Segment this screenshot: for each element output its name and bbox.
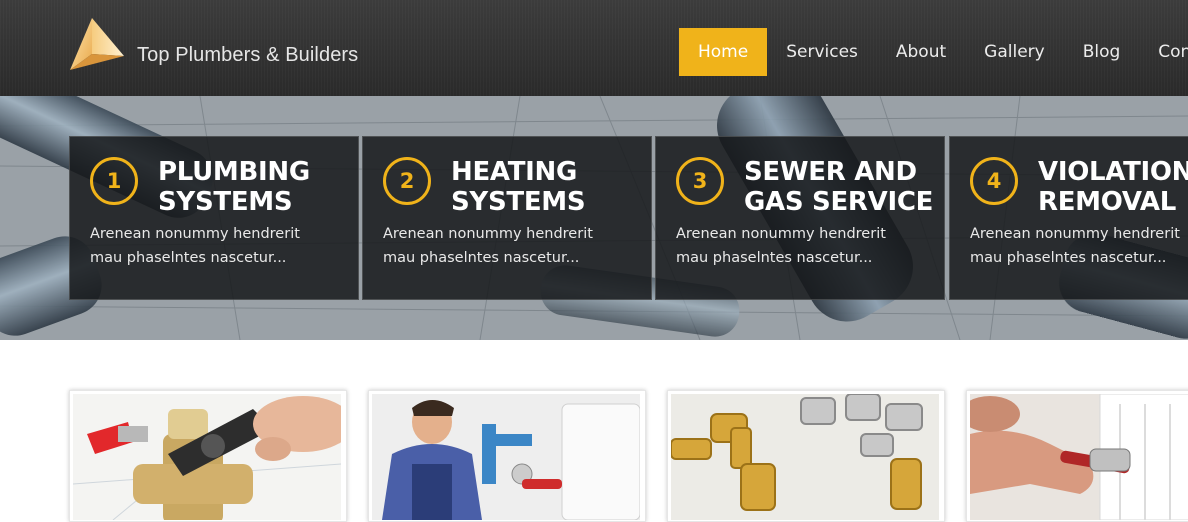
site-title[interactable]: Top Plumbers & Builders (137, 44, 358, 67)
feature-title[interactable]: VIOLATION REMOVAL (1038, 157, 1188, 217)
valve-wrench-photo (73, 394, 341, 520)
feature-card[interactable]: 3 SEWER AND GAS SERVICE Arenean nonummy … (655, 136, 945, 300)
feature-title[interactable]: HEATING SYSTEMS (451, 157, 661, 217)
feature-title[interactable]: PLUMBING SYSTEMS (158, 157, 368, 217)
gallery-thumb[interactable] (667, 390, 945, 522)
feature-card[interactable]: 1 PLUMBING SYSTEMS Arenean nonummy hendr… (69, 136, 359, 300)
pyramid-logo-icon[interactable] (68, 16, 126, 72)
plumber-worker-photo (372, 394, 640, 520)
nav-home[interactable]: Home (679, 28, 768, 76)
feature-description: Arenean nonummy hendrerit mau phaselntes… (90, 226, 300, 266)
feature-number: 3 (676, 157, 724, 205)
nav-blog[interactable]: Blog (1064, 28, 1140, 76)
feature-description: Arenean nonummy hendrerit mau phaselntes… (676, 226, 886, 266)
gallery-thumb[interactable] (368, 390, 646, 522)
gallery-thumb[interactable] (966, 390, 1188, 522)
nav-about[interactable]: About (877, 28, 965, 76)
radiator-repair-photo (970, 394, 1188, 520)
hero-banner: 1 PLUMBING SYSTEMS Arenean nonummy hendr… (0, 96, 1188, 340)
feature-title[interactable]: SEWER AND GAS SERVICE (744, 157, 954, 217)
main-nav: Home Services About Gallery Blog Cont (679, 28, 1188, 76)
gallery-strip (69, 390, 1188, 522)
site-header: Top Plumbers & Builders Home Services Ab… (0, 0, 1188, 96)
nav-services[interactable]: Services (767, 28, 877, 76)
nav-gallery[interactable]: Gallery (965, 28, 1064, 76)
feature-description: Arenean nonummy hendrerit mau phaselntes… (383, 226, 593, 266)
feature-description: Arenean nonummy hendrerit mau phaselntes… (970, 226, 1180, 266)
feature-number: 2 (383, 157, 431, 205)
gallery-thumb[interactable] (69, 390, 347, 522)
feature-number: 1 (90, 157, 138, 205)
feature-number: 4 (970, 157, 1018, 205)
nav-contacts[interactable]: Cont (1139, 28, 1188, 76)
feature-card[interactable]: 2 HEATING SYSTEMS Arenean nonummy hendre… (362, 136, 652, 300)
feature-card[interactable]: 4 VIOLATION REMOVAL Arenean nonummy hend… (949, 136, 1188, 300)
brass-fittings-photo (671, 394, 939, 520)
